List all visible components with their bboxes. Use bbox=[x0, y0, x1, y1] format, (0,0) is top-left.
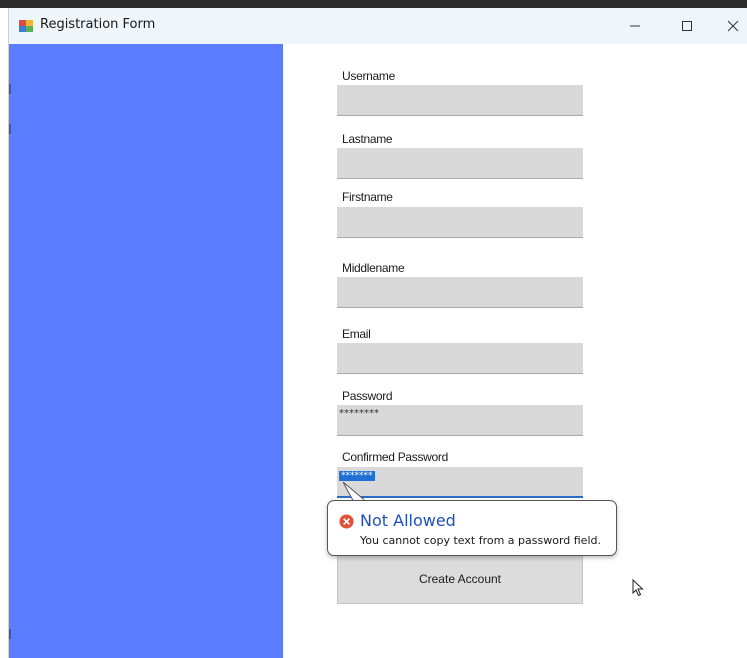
side-panel-edge bbox=[9, 124, 11, 134]
username-field[interactable] bbox=[337, 85, 583, 116]
password-field[interactable]: ******** bbox=[337, 405, 583, 436]
create-account-button[interactable]: Create Account bbox=[337, 554, 583, 604]
email-field[interactable] bbox=[337, 343, 583, 374]
maximize-button[interactable] bbox=[664, 8, 710, 44]
firstname-label: Firstname bbox=[342, 190, 393, 204]
title-bar[interactable]: Registration Form bbox=[9, 8, 747, 44]
lastname-field[interactable] bbox=[337, 148, 583, 179]
lastname-label: Lastname bbox=[342, 132, 393, 146]
selected-text: ******* bbox=[339, 471, 375, 481]
username-label: Username bbox=[342, 69, 395, 83]
tooltip-message: You cannot copy text from a password fie… bbox=[360, 534, 601, 547]
middlename-label: Middlename bbox=[342, 261, 405, 275]
firstname-field[interactable] bbox=[337, 207, 583, 238]
app-icon bbox=[19, 20, 33, 32]
desktop-strip bbox=[0, 0, 747, 8]
password-label: Password bbox=[342, 389, 393, 403]
registration-window: Registration Form Username Lastname Firs… bbox=[8, 8, 747, 658]
email-label: Email bbox=[342, 327, 371, 341]
error-tooltip: Not Allowed You cannot copy text from a … bbox=[327, 500, 617, 556]
minimize-button[interactable] bbox=[612, 8, 658, 44]
side-panel bbox=[9, 44, 283, 658]
tooltip-tail bbox=[343, 482, 367, 502]
close-icon bbox=[727, 20, 739, 32]
mouse-cursor-icon bbox=[632, 579, 644, 597]
middlename-field[interactable] bbox=[337, 277, 583, 308]
confirm-password-field[interactable]: ******* bbox=[337, 467, 583, 498]
maximize-icon bbox=[682, 21, 692, 31]
tooltip-title: Not Allowed bbox=[360, 511, 456, 530]
close-button[interactable] bbox=[710, 8, 747, 44]
window-title: Registration Form bbox=[40, 17, 156, 32]
side-panel-edge bbox=[9, 629, 11, 639]
password-value: ******** bbox=[339, 408, 379, 419]
error-icon bbox=[339, 514, 354, 529]
confirm-password-label: Confirmed Password bbox=[342, 450, 448, 464]
minimize-icon bbox=[630, 25, 640, 27]
side-panel-edge bbox=[9, 84, 11, 94]
